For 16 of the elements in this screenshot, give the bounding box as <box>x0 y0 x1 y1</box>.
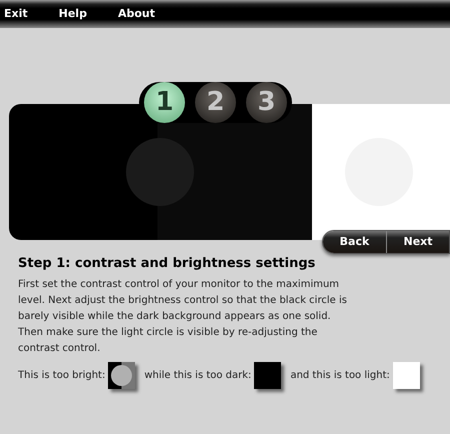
step-indicator[interactable]: 3 <box>246 82 287 123</box>
back-button[interactable]: Back <box>323 231 386 253</box>
instructions-text: First set the contrast control of your monitor to the maximimum level. Next adjust the brightness control so that the black circle is barely visible while the dark background appears as one solid. Then make sure the light circle is visible by re-adjusting the contrast control. <box>18 278 348 356</box>
menu-item[interactable]: About <box>118 6 155 22</box>
next-button[interactable]: Next <box>386 231 449 253</box>
too-bright-swatch <box>108 362 136 389</box>
too-dark-swatch <box>254 362 282 389</box>
step-indicator[interactable]: 1 <box>144 82 185 123</box>
menu-item[interactable]: Exit <box>4 6 28 22</box>
example-label: and this is too light: <box>290 369 390 383</box>
menu-item[interactable]: Help <box>58 6 87 22</box>
example-label: while this is too dark: <box>144 369 252 383</box>
step-indicator[interactable]: 2 <box>195 82 236 123</box>
example-label: This is too bright: <box>18 369 106 383</box>
step-heading: Step 1: contrast and brightness settings <box>18 255 316 273</box>
too-light-swatch <box>392 362 420 389</box>
